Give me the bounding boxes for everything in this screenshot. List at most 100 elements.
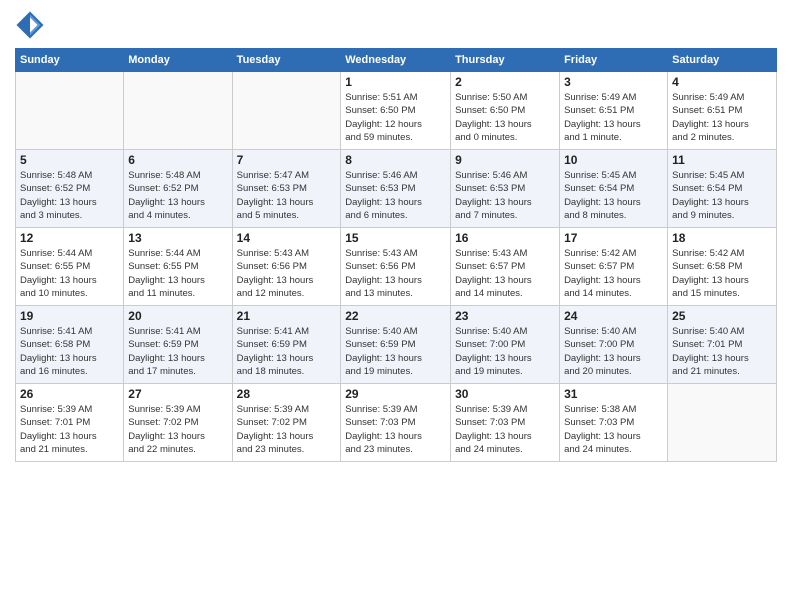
weekday-header-wednesday: Wednesday: [341, 49, 451, 72]
calendar-cell: 26 Sunrise: 5:39 AM Sunset: 7:01 PM Dayli…: [16, 384, 124, 462]
day-info: Sunrise: 5:41 AM Sunset: 6:59 PM Dayligh…: [128, 325, 227, 378]
calendar-table: SundayMondayTuesdayWednesdayThursdayFrid…: [15, 48, 777, 462]
calendar-cell: 22 Sunrise: 5:40 AM Sunset: 6:59 PM Dayli…: [341, 306, 451, 384]
calendar-cell: 5Sunrise: 5:48 AM Sunset: 6:52 PM Daylig…: [16, 150, 124, 228]
day-info: Sunrise: 5:45 AM Sunset: 6:54 PM Dayligh…: [672, 169, 772, 222]
calendar-cell: 21 Sunrise: 5:41 AM Sunset: 6:59 PM Dayli…: [232, 306, 341, 384]
calendar-cell: [668, 384, 777, 462]
calendar-cell: 1 Sunrise: 5:51 AM Sunset: 6:50 PM Daylig…: [341, 72, 451, 150]
day-info: Sunrise: 5:49 AM Sunset: 6:51 PM Dayligh…: [564, 91, 663, 144]
day-info: Sunrise: 5:39 AM Sunset: 7:02 PM Dayligh…: [237, 403, 337, 456]
day-number: 6: [128, 153, 227, 167]
day-info: Sunrise: 5:42 AM Sunset: 6:57 PM Dayligh…: [564, 247, 663, 300]
day-number: 22: [345, 309, 446, 323]
calendar-cell: 13 Sunrise: 5:44 AM Sunset: 6:55 PM Dayli…: [124, 228, 232, 306]
day-info: Sunrise: 5:51 AM Sunset: 6:50 PM Dayligh…: [345, 91, 446, 144]
calendar-cell: 11 Sunrise: 5:45 AM Sunset: 6:54 PM Dayli…: [668, 150, 777, 228]
calendar-cell: 6 Sunrise: 5:48 AM Sunset: 6:52 PM Daylig…: [124, 150, 232, 228]
day-number: 7: [237, 153, 337, 167]
day-info: Sunrise: 5:40 AM Sunset: 7:00 PM Dayligh…: [455, 325, 555, 378]
day-number: 31: [564, 387, 663, 401]
header: [15, 10, 777, 40]
calendar-cell: 2 Sunrise: 5:50 AM Sunset: 6:50 PM Daylig…: [451, 72, 560, 150]
day-number: 11: [672, 153, 772, 167]
day-number: 12: [20, 231, 119, 245]
logo-icon: [15, 10, 45, 40]
calendar-week-4: 19 Sunrise: 5:41 AM Sunset: 6:58 PM Dayli…: [16, 306, 777, 384]
calendar-cell: 17 Sunrise: 5:42 AM Sunset: 6:57 PM Dayli…: [560, 228, 668, 306]
page: SundayMondayTuesdayWednesdayThursdayFrid…: [0, 0, 792, 612]
calendar-cell: 9 Sunrise: 5:46 AM Sunset: 6:53 PM Daylig…: [451, 150, 560, 228]
calendar-cell: 24 Sunrise: 5:40 AM Sunset: 7:00 PM Dayli…: [560, 306, 668, 384]
day-info: Sunrise: 5:38 AM Sunset: 7:03 PM Dayligh…: [564, 403, 663, 456]
day-info: Sunrise: 5:48 AM Sunset: 6:52 PM Dayligh…: [128, 169, 227, 222]
day-info: Sunrise: 5:46 AM Sunset: 6:53 PM Dayligh…: [455, 169, 555, 222]
day-info: Sunrise: 5:48 AM Sunset: 6:52 PM Dayligh…: [20, 169, 119, 222]
day-number: 28: [237, 387, 337, 401]
day-info: Sunrise: 5:39 AM Sunset: 7:01 PM Dayligh…: [20, 403, 119, 456]
day-number: 19: [20, 309, 119, 323]
day-number: 26: [20, 387, 119, 401]
calendar-week-3: 12 Sunrise: 5:44 AM Sunset: 6:55 PM Dayli…: [16, 228, 777, 306]
day-number: 21: [237, 309, 337, 323]
weekday-header-saturday: Saturday: [668, 49, 777, 72]
weekday-header-friday: Friday: [560, 49, 668, 72]
day-info: Sunrise: 5:47 AM Sunset: 6:53 PM Dayligh…: [237, 169, 337, 222]
day-number: 25: [672, 309, 772, 323]
calendar-cell: 18Sunrise: 5:42 AM Sunset: 6:58 PM Dayli…: [668, 228, 777, 306]
calendar-cell: [124, 72, 232, 150]
day-number: 8: [345, 153, 446, 167]
day-info: Sunrise: 5:39 AM Sunset: 7:02 PM Dayligh…: [128, 403, 227, 456]
day-info: Sunrise: 5:45 AM Sunset: 6:54 PM Dayligh…: [564, 169, 663, 222]
day-number: 3: [564, 75, 663, 89]
calendar-cell: 4 Sunrise: 5:49 AM Sunset: 6:51 PM Daylig…: [668, 72, 777, 150]
day-number: 1: [345, 75, 446, 89]
weekday-header-sunday: Sunday: [16, 49, 124, 72]
calendar-cell: 30Sunrise: 5:39 AM Sunset: 7:03 PM Dayli…: [451, 384, 560, 462]
day-info: Sunrise: 5:43 AM Sunset: 6:56 PM Dayligh…: [345, 247, 446, 300]
day-info: Sunrise: 5:50 AM Sunset: 6:50 PM Dayligh…: [455, 91, 555, 144]
day-number: 20: [128, 309, 227, 323]
calendar-cell: 28 Sunrise: 5:39 AM Sunset: 7:02 PM Dayli…: [232, 384, 341, 462]
day-info: Sunrise: 5:40 AM Sunset: 6:59 PM Dayligh…: [345, 325, 446, 378]
day-number: 4: [672, 75, 772, 89]
weekday-header-row: SundayMondayTuesdayWednesdayThursdayFrid…: [16, 49, 777, 72]
day-number: 2: [455, 75, 555, 89]
calendar-cell: 15 Sunrise: 5:43 AM Sunset: 6:56 PM Dayli…: [341, 228, 451, 306]
calendar-cell: 25 Sunrise: 5:40 AM Sunset: 7:01 PM Dayli…: [668, 306, 777, 384]
day-number: 16: [455, 231, 555, 245]
day-info: Sunrise: 5:41 AM Sunset: 6:59 PM Dayligh…: [237, 325, 337, 378]
calendar-cell: [16, 72, 124, 150]
calendar-cell: 31 Sunrise: 5:38 AM Sunset: 7:03 PM Dayli…: [560, 384, 668, 462]
day-info: Sunrise: 5:41 AM Sunset: 6:58 PM Dayligh…: [20, 325, 119, 378]
day-info: Sunrise: 5:39 AM Sunset: 7:03 PM Dayligh…: [455, 403, 555, 456]
day-info: Sunrise: 5:43 AM Sunset: 6:56 PM Dayligh…: [237, 247, 337, 300]
day-info: Sunrise: 5:46 AM Sunset: 6:53 PM Dayligh…: [345, 169, 446, 222]
calendar-cell: 27 Sunrise: 5:39 AM Sunset: 7:02 PM Dayli…: [124, 384, 232, 462]
day-number: 15: [345, 231, 446, 245]
day-info: Sunrise: 5:39 AM Sunset: 7:03 PM Dayligh…: [345, 403, 446, 456]
calendar-cell: 3 Sunrise: 5:49 AM Sunset: 6:51 PM Daylig…: [560, 72, 668, 150]
day-number: 18: [672, 231, 772, 245]
calendar-cell: 7 Sunrise: 5:47 AM Sunset: 6:53 PM Daylig…: [232, 150, 341, 228]
day-number: 9: [455, 153, 555, 167]
day-number: 17: [564, 231, 663, 245]
weekday-header-monday: Monday: [124, 49, 232, 72]
day-number: 24: [564, 309, 663, 323]
day-number: 27: [128, 387, 227, 401]
logo: [15, 10, 49, 40]
weekday-header-tuesday: Tuesday: [232, 49, 341, 72]
day-number: 23: [455, 309, 555, 323]
calendar-cell: 16 Sunrise: 5:43 AM Sunset: 6:57 PM Dayli…: [451, 228, 560, 306]
day-info: Sunrise: 5:40 AM Sunset: 7:00 PM Dayligh…: [564, 325, 663, 378]
day-info: Sunrise: 5:44 AM Sunset: 6:55 PM Dayligh…: [20, 247, 119, 300]
day-number: 14: [237, 231, 337, 245]
day-info: Sunrise: 5:40 AM Sunset: 7:01 PM Dayligh…: [672, 325, 772, 378]
weekday-header-thursday: Thursday: [451, 49, 560, 72]
day-number: 10: [564, 153, 663, 167]
day-info: Sunrise: 5:43 AM Sunset: 6:57 PM Dayligh…: [455, 247, 555, 300]
day-number: 13: [128, 231, 227, 245]
day-info: Sunrise: 5:44 AM Sunset: 6:55 PM Dayligh…: [128, 247, 227, 300]
calendar-cell: 23 Sunrise: 5:40 AM Sunset: 7:00 PM Dayli…: [451, 306, 560, 384]
day-info: Sunrise: 5:49 AM Sunset: 6:51 PM Dayligh…: [672, 91, 772, 144]
